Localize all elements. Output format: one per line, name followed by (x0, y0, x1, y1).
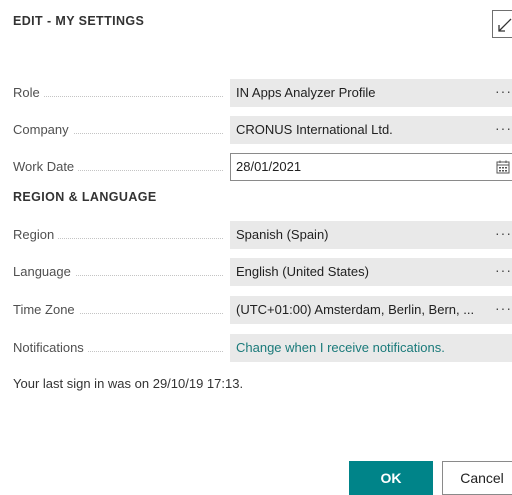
role-row: Role IN Apps Analyzer Profile ··· (0, 79, 512, 107)
region-value: Spanish (Spain) (236, 227, 329, 242)
region-field[interactable]: Spanish (Spain) ··· (230, 221, 512, 249)
role-field[interactable]: IN Apps Analyzer Profile ··· (230, 79, 512, 107)
work-date-row: Work Date 28/01/2021 (0, 153, 512, 181)
company-value: CRONUS International Ltd. (236, 122, 393, 137)
time-zone-field[interactable]: (UTC+01:00) Amsterdam, Berlin, Bern, ...… (230, 296, 512, 324)
role-lookup-button[interactable]: ··· (495, 79, 512, 107)
calendar-icon[interactable] (496, 160, 510, 174)
expand-icon (498, 18, 512, 32)
ok-button[interactable]: OK (349, 461, 433, 495)
work-date-label: Work Date (13, 153, 79, 181)
language-row: Language English (United States) ··· (0, 258, 512, 286)
company-row: Company CRONUS International Ltd. ··· (0, 116, 512, 144)
notifications-link[interactable]: Change when I receive notifications. (236, 334, 445, 362)
language-lookup-button[interactable]: ··· (495, 258, 512, 286)
role-label: Role (13, 79, 44, 107)
region-row: Region Spanish (Spain) ··· (0, 221, 512, 249)
notifications-row: Notifications Change when I receive noti… (0, 334, 512, 362)
leader-dots (13, 96, 223, 97)
region-label: Region (13, 221, 59, 249)
region-lookup-button[interactable]: ··· (495, 221, 512, 249)
time-zone-label: Time Zone (13, 296, 79, 324)
time-zone-lookup-button[interactable]: ··· (495, 296, 512, 324)
time-zone-row: Time Zone (UTC+01:00) Amsterdam, Berlin,… (0, 296, 512, 324)
last-sign-in-text: Your last sign in was on 29/10/19 17:13. (13, 376, 244, 391)
notifications-label: Notifications (13, 334, 88, 362)
language-field[interactable]: English (United States) ··· (230, 258, 512, 286)
region-language-section-title: REGION & LANGUAGE (13, 190, 157, 204)
time-zone-value: (UTC+01:00) Amsterdam, Berlin, Bern, ... (236, 302, 475, 317)
expand-button[interactable] (492, 10, 512, 38)
cancel-button[interactable]: Cancel (442, 461, 512, 495)
company-label: Company (13, 116, 73, 144)
notifications-field: Change when I receive notifications. (230, 334, 512, 362)
role-value: IN Apps Analyzer Profile (236, 85, 376, 100)
company-lookup-button[interactable]: ··· (495, 116, 512, 144)
work-date-input[interactable]: 28/01/2021 (230, 153, 512, 181)
work-date-value: 28/01/2021 (236, 159, 302, 174)
dialog-title: EDIT - MY SETTINGS (13, 14, 145, 28)
language-value: English (United States) (236, 264, 369, 279)
company-field[interactable]: CRONUS International Ltd. ··· (230, 116, 512, 144)
language-label: Language (13, 258, 75, 286)
